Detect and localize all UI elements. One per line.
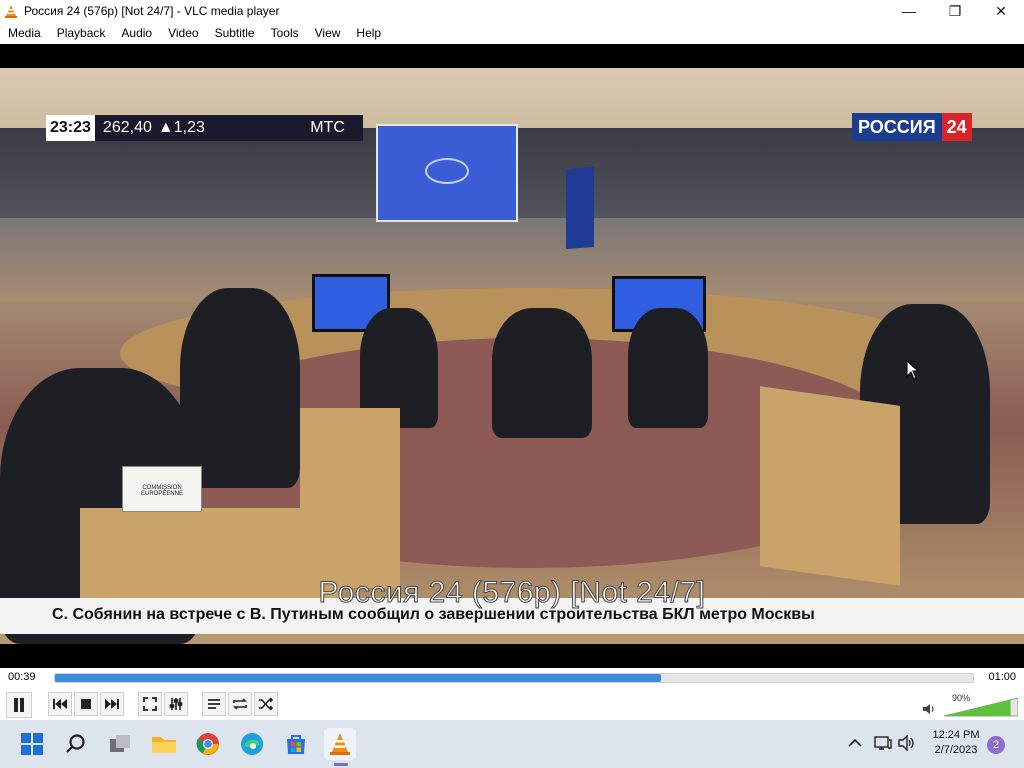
channel-name: РОССИЯ (852, 113, 942, 141)
seek-row: 00:39 01:00 (0, 668, 1024, 688)
menu-view[interactable]: View (307, 22, 349, 44)
chevron-up-icon[interactable] (848, 738, 862, 748)
total-time[interactable]: 01:00 (988, 671, 1016, 683)
playlist-icon (208, 699, 220, 709)
pause-icon (14, 698, 24, 712)
tv-clock-ticker: 23:23 262,40 ▲1,23 МТС (46, 115, 363, 141)
next-button[interactable] (100, 692, 124, 716)
network-icon[interactable] (874, 735, 892, 751)
desk (300, 408, 400, 588)
edge-icon (241, 733, 263, 755)
commission-placard: COMMISSION EUROPÉENNE (122, 466, 202, 512)
menu-help[interactable]: Help (348, 22, 389, 44)
shuffle-icon (259, 697, 274, 711)
volume-percent: 90% (952, 693, 971, 703)
attendee (180, 288, 300, 488)
vlc-cone-icon (5, 5, 17, 18)
loop-icon (233, 698, 247, 710)
pause-button[interactable] (6, 692, 32, 718)
channel-number: 24 (941, 113, 972, 141)
search-icon (66, 734, 85, 753)
stop-button[interactable] (74, 692, 98, 716)
tv-clock: 23:23 (46, 115, 95, 141)
extended-settings-icon (169, 698, 183, 710)
menu-playback[interactable]: Playback (49, 22, 114, 44)
menu-audio[interactable]: Audio (113, 22, 160, 44)
clock-date: 2/7/2023 (934, 744, 978, 756)
chrome-button[interactable] (192, 728, 224, 760)
notification-badge[interactable]: 2 (987, 736, 1005, 754)
ticker-value: 262,40 (102, 119, 152, 136)
ticker-change: ▲1,23 (157, 119, 205, 136)
file-explorer-icon (152, 737, 176, 753)
close-button[interactable]: ✕ (978, 0, 1024, 22)
maximize-button[interactable]: ❐ (932, 0, 978, 22)
vlc-icon (330, 733, 350, 755)
playback-controls: 90% (0, 688, 1024, 720)
current-time: 00:39 (8, 671, 36, 683)
channel-logo: РОССИЯ 24 (852, 113, 972, 141)
eu-flag (566, 167, 594, 249)
minimize-button[interactable]: — (886, 0, 932, 22)
search-button[interactable] (60, 728, 92, 760)
extended-settings-button[interactable] (164, 692, 188, 716)
microsoft-store-icon (287, 735, 305, 754)
edge-button[interactable] (236, 728, 268, 760)
seek-slider[interactable] (54, 673, 974, 683)
active-app-indicator (334, 763, 348, 766)
speaker-icon[interactable] (898, 735, 916, 751)
previous-button[interactable] (48, 692, 72, 716)
task-view-icon (110, 735, 130, 752)
start-button[interactable] (16, 728, 48, 760)
system-clock[interactable]: 12:24 PM 2/7/2023 (926, 728, 986, 758)
menu-video[interactable]: Video (160, 22, 206, 44)
ticker-source: МТС (310, 119, 345, 136)
next-icon (105, 699, 119, 709)
stock-ticker: 262,40 ▲1,23 МТС (94, 115, 363, 141)
fullscreen-button[interactable] (138, 692, 162, 716)
volume-icon[interactable] (922, 703, 936, 715)
attendee (492, 308, 592, 438)
menu-media[interactable]: Media (0, 22, 49, 44)
title-bar: Россия 24 (576p) [Not 24/7] - VLC media … (0, 0, 1024, 22)
menu-bar: Media Playback Audio Video Subtitle Tool… (0, 22, 1024, 44)
osd-media-title: Россия 24 (576p) [Not 24/7] (318, 576, 706, 610)
fullscreen-icon (143, 697, 157, 711)
playlist-button[interactable] (202, 692, 226, 716)
volume-slider[interactable]: 90% (943, 693, 1019, 717)
loop-button[interactable] (228, 692, 252, 716)
menu-tools[interactable]: Tools (263, 22, 307, 44)
parliament-logo (425, 158, 469, 184)
seek-progress (55, 674, 661, 682)
stop-icon (81, 699, 91, 709)
chrome-icon (196, 733, 219, 755)
video-frame: COMMISSION EUROPÉENNE 23:23 262,40 ▲1,23… (0, 68, 1024, 644)
previous-icon (53, 699, 67, 709)
windows-taskbar: 12:24 PM 2/7/2023 (0, 720, 1024, 768)
attendee (628, 308, 708, 428)
windows-start-icon (21, 733, 43, 755)
desk (760, 386, 900, 586)
file-explorer-button[interactable] (148, 728, 180, 760)
clock-time: 12:24 PM (932, 729, 980, 741)
vlc-taskbar-button[interactable] (324, 728, 356, 760)
mouse-cursor-icon (906, 360, 920, 380)
shuffle-button[interactable] (254, 692, 278, 716)
task-view-button[interactable] (104, 728, 136, 760)
video-area[interactable]: COMMISSION EUROPÉENNE 23:23 262,40 ▲1,23… (0, 44, 1024, 668)
microsoft-store-button[interactable] (280, 728, 312, 760)
menu-subtitle[interactable]: Subtitle (207, 22, 263, 44)
window-title: Россия 24 (576p) [Not 24/7] - VLC media … (24, 4, 280, 18)
